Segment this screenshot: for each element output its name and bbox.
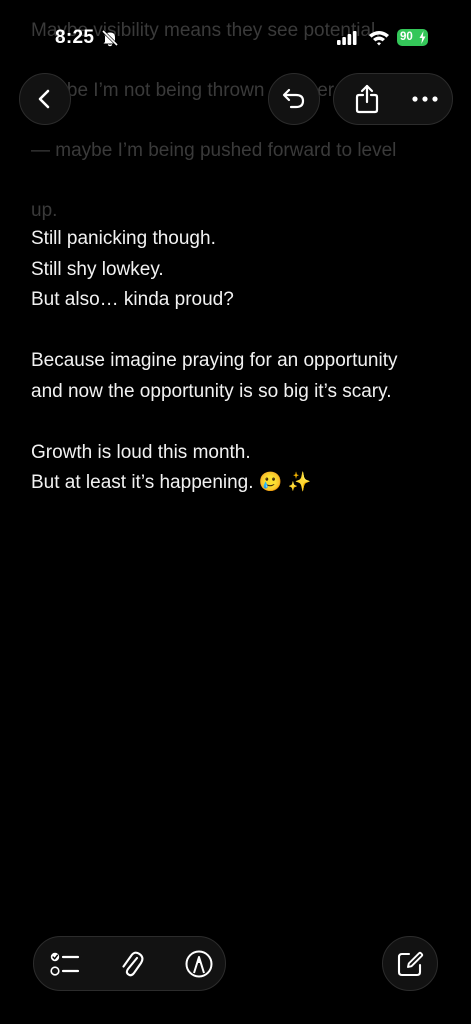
chevron-left-icon bbox=[38, 89, 50, 109]
note-line: Still panicking though. bbox=[31, 228, 216, 249]
compose-icon bbox=[397, 951, 424, 976]
battery-icon: 90 bbox=[397, 29, 428, 46]
paperclip-icon bbox=[122, 951, 144, 976]
undo-button[interactable] bbox=[268, 73, 320, 125]
share-button[interactable] bbox=[346, 74, 388, 124]
note-line: Because imagine praying for an opportuni… bbox=[31, 350, 398, 371]
battery-level: 90 bbox=[400, 31, 413, 43]
attach-button[interactable] bbox=[107, 937, 157, 990]
signal-icon bbox=[337, 31, 357, 45]
note-line: Growth is loud this month. bbox=[31, 441, 251, 463]
bell-off-icon bbox=[101, 29, 119, 47]
scrolled-text-line: — maybe I’m being pushed forward to leve… bbox=[31, 140, 397, 161]
scrolled-text-line: up. bbox=[31, 200, 58, 221]
wifi-icon bbox=[368, 29, 390, 46]
markup-pen-icon bbox=[185, 950, 213, 977]
note-line: But at least it’s happening. 🥲 ✨ bbox=[31, 472, 312, 493]
note-body[interactable]: Still panicking though. Still shy lowkey… bbox=[31, 224, 451, 499]
checklist-button[interactable] bbox=[40, 937, 90, 990]
compose-button[interactable] bbox=[382, 936, 438, 991]
bolt-icon bbox=[419, 31, 426, 44]
note-line: and now the opportunity is so big it’s s… bbox=[31, 380, 392, 402]
ellipsis-icon bbox=[412, 96, 438, 102]
undo-icon bbox=[282, 88, 305, 109]
checklist-icon bbox=[50, 952, 80, 976]
share-icon bbox=[355, 84, 379, 114]
share-more-group bbox=[333, 73, 453, 125]
status-bar: 8:25 90 bbox=[0, 0, 471, 80]
note-blank-line bbox=[31, 316, 451, 347]
bottom-toolbar bbox=[33, 936, 226, 991]
note-blank-line bbox=[31, 407, 451, 438]
markup-button[interactable] bbox=[174, 937, 224, 990]
back-button[interactable] bbox=[19, 73, 71, 125]
more-button[interactable] bbox=[400, 74, 450, 124]
note-line: Still shy lowkey. bbox=[31, 258, 164, 280]
status-time: 8:25 bbox=[55, 27, 95, 48]
note-line: But also… kinda proud? bbox=[31, 289, 234, 310]
